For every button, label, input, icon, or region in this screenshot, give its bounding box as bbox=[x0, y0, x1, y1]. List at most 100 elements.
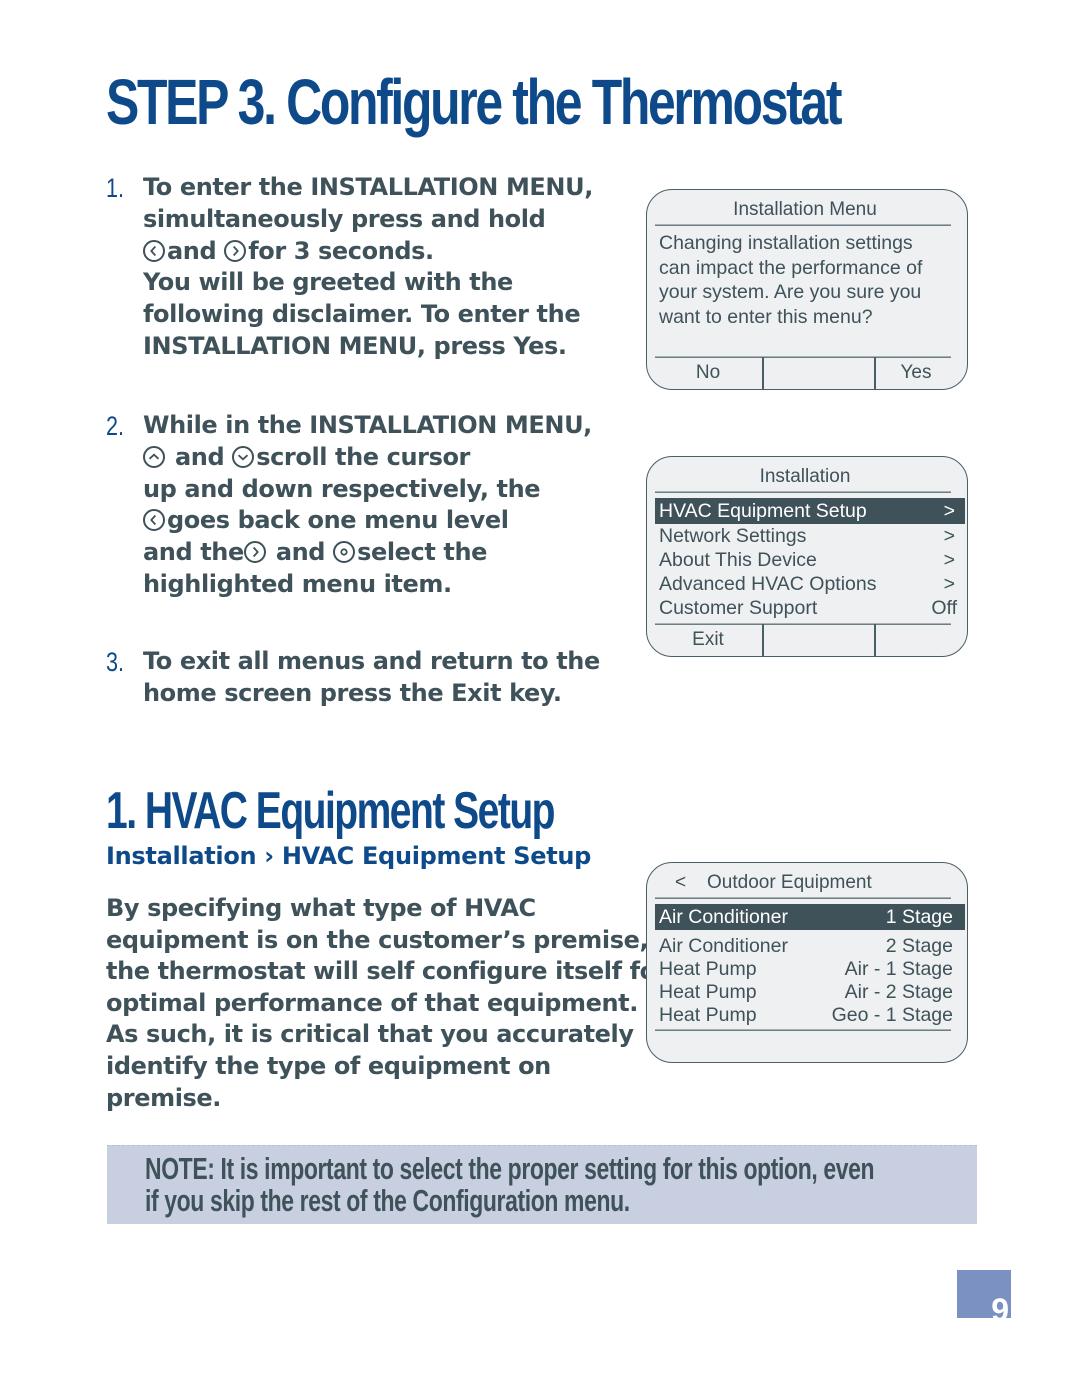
chevron-right-icon: > bbox=[943, 525, 955, 547]
step-number: 2. bbox=[106, 411, 125, 441]
softkey-middle[interactable] bbox=[764, 624, 874, 656]
message-line: Changing installation settings bbox=[659, 232, 913, 254]
message-line: can impact the performance of bbox=[659, 256, 923, 279]
option-heat-pump-geo-1-stage[interactable]: Heat Pump Geo - 1 Stage bbox=[655, 1003, 965, 1027]
menu-item-value: Off bbox=[931, 597, 957, 619]
option-label: Heat Pump bbox=[659, 1004, 757, 1026]
softkey-exit[interactable]: Exit bbox=[655, 624, 761, 656]
chevron-right-icon: > bbox=[943, 500, 955, 522]
step-word: and the bbox=[143, 538, 244, 567]
right-button-icon bbox=[243, 541, 266, 564]
step-line: To enter the INSTALLATION MENU, bbox=[143, 173, 593, 201]
step-line: following disclaimer. To enter the bbox=[143, 300, 581, 329]
breadcrumb-separator-icon: › bbox=[264, 842, 274, 870]
outdoor-equipment-screen: < Outdoor Equipment Air Conditioner 1 St… bbox=[646, 862, 968, 1063]
step-line: To exit all menus and return to the bbox=[143, 647, 600, 675]
menu-item-customer-support[interactable]: Customer Support Off bbox=[655, 596, 965, 620]
menu-item-advanced-hvac-options[interactable]: Advanced HVAC Options > bbox=[655, 572, 965, 596]
option-heat-pump-air-2-stage[interactable]: Heat Pump Air - 2 Stage bbox=[655, 980, 965, 1004]
menu-item-label: Customer Support bbox=[659, 597, 818, 619]
step-line: INSTALLATION MENU, press Yes. bbox=[143, 331, 567, 360]
description-line: As such, it is critical that you accurat… bbox=[106, 1020, 634, 1049]
option-air-conditioner-1-stage[interactable]: Air Conditioner 1 Stage bbox=[655, 904, 965, 930]
breadcrumb-parent: Installation bbox=[106, 842, 257, 870]
note-text: NOTE: It is important to select the prop… bbox=[145, 1151, 875, 1218]
step-word: and bbox=[275, 538, 326, 567]
step-line: You will be greeted with the bbox=[143, 268, 513, 297]
step-line: and scroll the cursor bbox=[143, 442, 593, 474]
disclaimer-message: Changing installation settings can impac… bbox=[659, 231, 922, 329]
step-word: and bbox=[174, 442, 225, 471]
menu-item-hvac-equipment-setup[interactable]: HVAC Equipment Setup > bbox=[655, 498, 965, 524]
softkey-right[interactable] bbox=[876, 624, 956, 656]
option-value: Geo - 1 Stage bbox=[831, 1004, 953, 1026]
down-button-icon bbox=[232, 445, 255, 468]
note-box: NOTE: It is important to select the prop… bbox=[107, 1145, 977, 1224]
step-line: and the and select the bbox=[143, 537, 593, 569]
step-word: for 3 seconds. bbox=[248, 236, 434, 265]
message-line: want to enter this menu? bbox=[659, 305, 873, 328]
page-number-tab: 9 bbox=[957, 1270, 1011, 1318]
option-heat-pump-air-1-stage[interactable]: Heat Pump Air - 1 Stage bbox=[655, 957, 965, 981]
step-word: select the bbox=[357, 538, 488, 567]
softkey-middle[interactable] bbox=[764, 357, 874, 389]
softkey-bar: No Yes bbox=[655, 357, 955, 389]
screen-header: Outdoor Equipment bbox=[707, 872, 872, 893]
message-line: your system. Are you sure you bbox=[659, 281, 922, 303]
option-value: 2 Stage bbox=[885, 935, 953, 957]
step-number: 1. bbox=[106, 173, 125, 203]
screen-header: Installation Menu bbox=[733, 199, 877, 220]
list-bottom-divider bbox=[655, 1029, 951, 1031]
option-label: Air Conditioner bbox=[659, 906, 788, 928]
header-divider bbox=[655, 491, 951, 493]
softkey-no[interactable]: No bbox=[655, 357, 761, 389]
breadcrumb-current: HVAC Equipment Setup bbox=[281, 842, 592, 870]
step-line: highlighted menu item. bbox=[143, 569, 452, 598]
description-line: By specifying what type of HVAC bbox=[106, 894, 536, 922]
section-description: By specifying what type of HVAC equipmen… bbox=[106, 893, 668, 1114]
disclaimer-screen: Installation Menu Changing installation … bbox=[646, 189, 968, 390]
step-line: While in the INSTALLATION MENU, bbox=[143, 411, 592, 439]
menu-item-label: About This Device bbox=[659, 549, 817, 571]
menu-item-label: HVAC Equipment Setup bbox=[659, 500, 867, 522]
menu-item-label: Advanced HVAC Options bbox=[659, 573, 877, 595]
description-line: identify the type of equipment on bbox=[106, 1051, 551, 1080]
note-line: if you skip the rest of the Configuratio… bbox=[145, 1183, 630, 1218]
description-line: optimal performance of that equipment. bbox=[106, 988, 638, 1017]
step-text: To enter the INSTALLATION MENU, simultan… bbox=[143, 172, 593, 363]
description-line: the thermostat will self configure itsel… bbox=[106, 957, 668, 986]
select-button-icon bbox=[333, 541, 356, 564]
breadcrumb: Installation › HVAC Equipment Setup bbox=[106, 840, 591, 872]
option-label: Heat Pump bbox=[659, 958, 757, 980]
softkey-bar: Exit bbox=[655, 624, 955, 656]
menu-item-network-settings[interactable]: Network Settings > bbox=[655, 524, 965, 548]
screen-header: Installation bbox=[759, 466, 851, 487]
option-air-conditioner-2-stage[interactable]: Air Conditioner 2 Stage bbox=[655, 934, 965, 958]
step-word: scroll the cursor bbox=[256, 442, 470, 471]
menu-item-about-this-device[interactable]: About This Device > bbox=[655, 548, 965, 572]
note-line: NOTE: It is important to select the prop… bbox=[145, 1151, 875, 1186]
section-title: 1. HVAC Equipment Setup bbox=[106, 782, 555, 840]
chevron-right-icon: > bbox=[943, 573, 955, 595]
step-line: up and down respectively, the bbox=[143, 474, 541, 503]
step-line: goes back one menu level bbox=[143, 505, 593, 537]
step-text: To exit all menus and return to the home… bbox=[143, 646, 600, 710]
step-number: 3. bbox=[106, 647, 125, 677]
back-chevron-icon[interactable]: < bbox=[675, 869, 686, 897]
left-button-icon bbox=[143, 239, 165, 262]
step-line: simultaneously press and hold bbox=[143, 204, 546, 233]
softkey-yes[interactable]: Yes bbox=[876, 357, 956, 389]
option-label: Heat Pump bbox=[659, 981, 757, 1003]
step-line: home screen press the Exit key. bbox=[143, 678, 562, 707]
page-number: 9 bbox=[991, 1292, 1009, 1318]
header-divider bbox=[655, 224, 951, 226]
up-button-icon bbox=[143, 445, 165, 468]
left-button-icon bbox=[143, 509, 165, 532]
right-button-icon bbox=[224, 239, 247, 262]
chevron-right-icon: > bbox=[943, 549, 955, 571]
option-value: Air - 1 Stage bbox=[844, 958, 953, 980]
option-value: Air - 2 Stage bbox=[844, 981, 953, 1003]
header-divider bbox=[655, 897, 951, 899]
option-label: Air Conditioner bbox=[659, 935, 788, 957]
step-line: and for 3 seconds. bbox=[143, 236, 593, 268]
